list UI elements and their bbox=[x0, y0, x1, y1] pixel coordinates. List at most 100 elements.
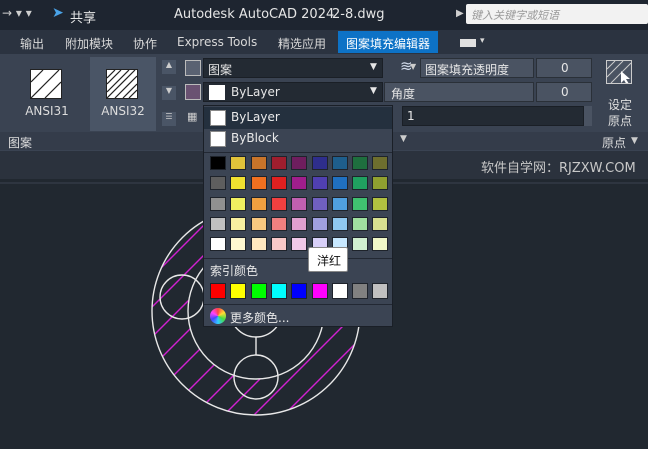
color-palette bbox=[204, 154, 392, 256]
divider bbox=[204, 258, 392, 259]
transparency-label-box: 图案填充透明度 bbox=[420, 58, 534, 78]
index-color-row bbox=[204, 282, 392, 302]
palette-swatch[interactable] bbox=[311, 196, 328, 211]
palette-swatch[interactable] bbox=[331, 176, 348, 191]
index-color-swatch[interactable] bbox=[331, 283, 348, 299]
pattern-panel-label: 图案 bbox=[8, 136, 33, 150]
palette-swatch[interactable] bbox=[230, 156, 247, 170]
palette-swatch[interactable] bbox=[291, 196, 308, 211]
tab-output[interactable]: 输出 bbox=[20, 35, 44, 52]
angle-slider[interactable]: 角度 bbox=[384, 82, 534, 102]
palette-swatch[interactable] bbox=[270, 196, 287, 211]
palette-swatch[interactable] bbox=[372, 216, 389, 231]
palette-swatch[interactable] bbox=[230, 237, 247, 252]
palette-swatch[interactable] bbox=[311, 156, 328, 170]
watermark-text: 软件自学网：RJZXW.COM bbox=[481, 161, 636, 176]
angle-input[interactable]: 0 bbox=[536, 82, 592, 102]
palette-swatch[interactable] bbox=[230, 196, 247, 211]
option-byblock[interactable]: ByBlock bbox=[204, 128, 392, 150]
tab-featured-apps[interactable]: 精选应用 bbox=[278, 35, 326, 52]
palette-swatch[interactable] bbox=[230, 176, 247, 191]
palette-swatch[interactable] bbox=[352, 156, 369, 170]
pattern-ansi32[interactable]: ANSI32 bbox=[90, 57, 156, 131]
palette-swatch[interactable] bbox=[352, 216, 369, 231]
more-colors-option[interactable]: 更多颜色... bbox=[230, 309, 289, 326]
palette-swatch[interactable] bbox=[210, 196, 226, 211]
app-title: Autodesk AutoCAD 2024 bbox=[174, 7, 335, 22]
scale-spinner[interactable] bbox=[584, 106, 592, 126]
palette-swatch[interactable] bbox=[331, 196, 348, 211]
color-swatch bbox=[210, 131, 226, 147]
index-color-swatch[interactable] bbox=[250, 283, 267, 299]
index-color-swatch[interactable] bbox=[291, 283, 308, 299]
chevron-down-icon[interactable]: ▼ bbox=[370, 62, 377, 72]
palette-swatch[interactable] bbox=[210, 176, 226, 191]
palette-swatch[interactable] bbox=[210, 156, 226, 170]
share-button[interactable]: 共享 bbox=[70, 7, 96, 26]
chevron-down-icon[interactable]: ▼ bbox=[410, 62, 416, 71]
palette-swatch[interactable] bbox=[291, 176, 308, 191]
palette-swatch[interactable] bbox=[331, 216, 348, 231]
hatch-type-select[interactable]: 图案 ▼ bbox=[203, 58, 383, 78]
hatch-color-select[interactable]: ByLayer ▼ bbox=[203, 82, 383, 102]
palette-swatch[interactable] bbox=[270, 176, 287, 191]
divider bbox=[204, 304, 392, 305]
tab-collaborate[interactable]: 协作 bbox=[133, 35, 157, 52]
palette-swatch[interactable] bbox=[210, 216, 226, 231]
chevron-down-icon[interactable]: ▼ bbox=[631, 136, 638, 146]
tab-hatch-editor[interactable]: 图案填充编辑器 bbox=[346, 35, 430, 52]
index-color-swatch[interactable] bbox=[230, 283, 247, 299]
scale-input[interactable]: 1 bbox=[402, 106, 584, 126]
quick-access-arrows-icon[interactable]: → ▾ ▾ bbox=[2, 6, 32, 20]
palette-swatch[interactable] bbox=[291, 156, 308, 170]
palette-swatch[interactable] bbox=[352, 176, 369, 191]
palette-swatch[interactable] bbox=[372, 196, 389, 211]
index-color-swatch[interactable] bbox=[270, 283, 287, 299]
set-origin-button[interactable]: 设定 原点 bbox=[598, 58, 644, 132]
palette-swatch[interactable] bbox=[331, 156, 348, 170]
search-input[interactable]: 键入关键字或短语 bbox=[466, 4, 648, 24]
palette-swatch[interactable] bbox=[250, 156, 267, 170]
option-bylayer[interactable]: ByLayer bbox=[204, 107, 392, 129]
pattern-ansi31[interactable]: ANSI31 bbox=[14, 57, 80, 131]
palette-swatch[interactable] bbox=[291, 216, 308, 231]
tab-express-tools[interactable]: Express Tools bbox=[177, 35, 257, 49]
tab-addins[interactable]: 附加模块 bbox=[65, 35, 113, 52]
ribbon-tabs: 输出 附加模块 协作 Express Tools 精选应用 图案填充编辑器 ▾ bbox=[0, 30, 648, 54]
palette-swatch[interactable] bbox=[250, 237, 267, 252]
palette-swatch[interactable] bbox=[230, 216, 247, 231]
origin-panel-label: 原点 bbox=[602, 136, 627, 150]
palette-swatch[interactable] bbox=[250, 176, 267, 191]
expand-gallery-icon[interactable]: ☰ bbox=[162, 112, 176, 126]
palette-swatch[interactable] bbox=[311, 216, 328, 231]
index-color-swatch[interactable] bbox=[352, 283, 369, 299]
palette-swatch[interactable] bbox=[372, 156, 389, 170]
palette-swatch[interactable] bbox=[250, 216, 267, 231]
search-expand-icon[interactable]: ▶ bbox=[456, 8, 464, 19]
palette-swatch[interactable] bbox=[210, 237, 226, 252]
pattern-scroll[interactable]: ▲ ▼ ☰ bbox=[162, 60, 176, 130]
panel-toggle-icon[interactable] bbox=[460, 39, 476, 47]
index-color-swatch[interactable] bbox=[210, 283, 226, 299]
palette-swatch[interactable] bbox=[372, 237, 389, 252]
scroll-down-icon[interactable]: ▼ bbox=[162, 86, 176, 100]
palette-swatch[interactable] bbox=[372, 176, 389, 191]
palette-swatch[interactable] bbox=[352, 237, 369, 252]
index-color-swatch[interactable] bbox=[311, 283, 328, 299]
share-icon[interactable]: ➤ bbox=[52, 5, 64, 21]
chevron-down-icon[interactable]: ▼ bbox=[370, 86, 377, 96]
palette-swatch[interactable] bbox=[291, 237, 308, 252]
palette-swatch[interactable] bbox=[250, 196, 267, 211]
palette-swatch[interactable] bbox=[270, 237, 287, 252]
chevron-down-icon[interactable]: ▾ bbox=[480, 36, 485, 46]
index-color-swatch[interactable] bbox=[372, 283, 389, 299]
color-swatch bbox=[209, 85, 225, 100]
palette-swatch[interactable] bbox=[352, 196, 369, 211]
hatch-color-icon bbox=[185, 84, 201, 100]
transparency-input[interactable]: 0 bbox=[536, 58, 592, 78]
palette-swatch[interactable] bbox=[270, 156, 287, 170]
scroll-up-icon[interactable]: ▲ bbox=[162, 60, 176, 74]
chevron-down-icon[interactable]: ▼ bbox=[400, 134, 407, 144]
palette-swatch[interactable] bbox=[311, 176, 328, 191]
palette-swatch[interactable] bbox=[270, 216, 287, 231]
